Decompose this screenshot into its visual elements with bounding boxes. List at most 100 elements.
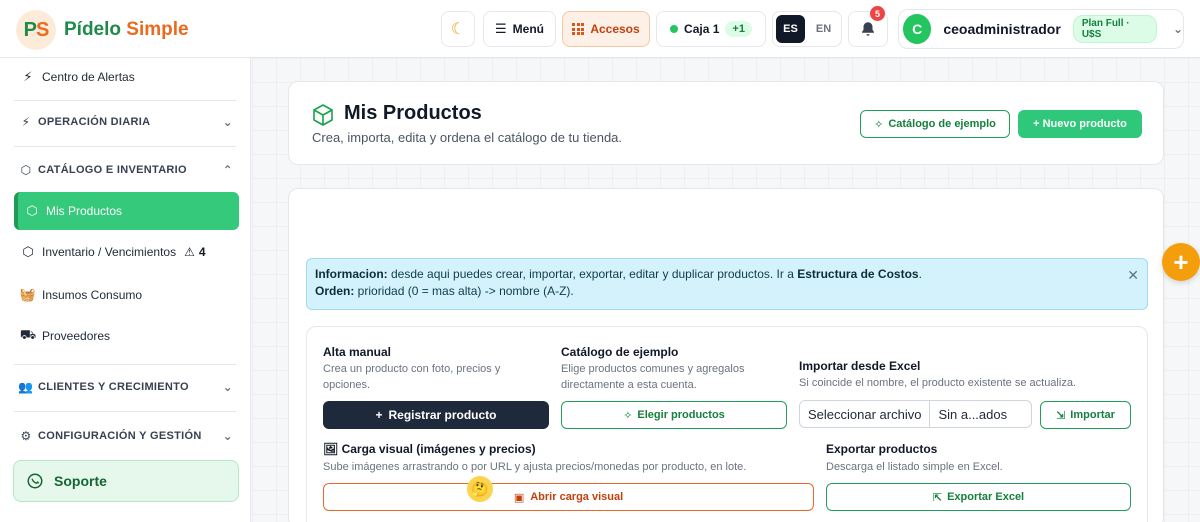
sidebar-section-label: CLIENTES Y CRECIMIENTO	[38, 381, 189, 393]
button-label: Abrir carga visual	[530, 491, 624, 503]
chevron-down-icon: ⌄	[222, 115, 233, 129]
carga-visual-title: 🖼 Carga visual (imágenes y precios)	[323, 442, 536, 456]
thinking-face-icon: 🤔	[467, 476, 493, 502]
sidebar-item-inventario[interactable]: ⬡ Inventario / Vencimientos ⚠ 4	[14, 233, 239, 271]
magic-wand-icon: ✧	[874, 118, 884, 131]
actions-card: Alta manual Crea un producto con foto, p…	[306, 326, 1148, 522]
chevron-down-icon: ⌄	[222, 429, 233, 443]
chevron-down-icon: ⌄	[1172, 22, 1183, 36]
sliders-icon: ⚙	[20, 429, 32, 443]
lightning-icon: ⚡	[23, 69, 33, 84]
status-dot-icon	[670, 25, 679, 33]
notifications-button[interactable]: 5	[848, 6, 888, 47]
info-line-2: Orden: prioridad (0 = mas alta) -> nombr…	[315, 283, 1139, 300]
caja-label: Caja 1	[684, 22, 720, 36]
hamburger-icon: ☰	[495, 21, 507, 36]
estructura-costos-link[interactable]: Estructura de Costos	[797, 267, 918, 281]
elegir-productos-button[interactable]: ✧ Elegir productos	[561, 401, 787, 429]
menu-button[interactable]: ☰ Menú	[483, 11, 556, 47]
grid-icon	[572, 23, 585, 35]
button-label: Catálogo de ejemplo	[888, 118, 996, 130]
info-text: .	[918, 267, 922, 281]
warning-icon: ⚠	[184, 245, 195, 259]
sidebar-section-catalogo[interactable]: ⬡ CATÁLOGO E INVENTARIO ⌃	[14, 158, 239, 182]
importar-title: Importar desde Excel	[799, 359, 921, 373]
theme-toggle-button[interactable]: ☾	[441, 11, 475, 47]
floating-add-button[interactable]: +	[1162, 243, 1200, 281]
images-icon: ▣	[513, 491, 525, 504]
sidebar-section-operacion[interactable]: ⚡ OPERACIÓN DIARIA ⌄	[14, 110, 239, 134]
moon-icon: ☾	[450, 21, 466, 38]
brand-logo[interactable]: PS Pídelo Simple	[16, 10, 189, 50]
box-icon: ⬡	[22, 244, 34, 259]
accesos-button[interactable]: Accesos	[562, 11, 650, 47]
user-menu-button[interactable]: C ceoadministrador Plan Full · U$S ⌄	[898, 9, 1184, 49]
caja-button[interactable]: Caja 1 +1	[656, 11, 766, 47]
sidebar-item-mis-productos[interactable]: ⬡ Mis Productos	[14, 192, 239, 230]
abrir-carga-visual-button[interactable]: ▣ Abrir carga visual	[323, 483, 814, 511]
close-icon[interactable]: ✕	[1127, 267, 1139, 284]
page-subtitle: Crea, importa, edita y ordena el catálog…	[312, 130, 623, 145]
registrar-producto-button[interactable]: + Registrar producto	[323, 401, 549, 429]
box-icon: ⬡	[26, 203, 38, 218]
lang-en-button[interactable]: EN	[809, 15, 838, 43]
file-name: Sin a...ados	[938, 406, 1008, 422]
sidebar-item-insumos[interactable]: 🧺 Insumos Consumo	[14, 276, 239, 314]
info-text: desde aqui puedes crear, importar, expor…	[387, 267, 798, 281]
sidebar-item-alertas[interactable]: ⚡ Centro de Alertas	[14, 58, 239, 96]
button-label: Registrar producto	[388, 408, 497, 422]
support-label: Soporte	[54, 473, 107, 489]
sidebar-section-clientes[interactable]: 👥 CLIENTES Y CRECIMIENTO ⌄	[14, 375, 239, 399]
info-alert: Informacion: desde aqui puedes crear, im…	[306, 258, 1148, 310]
lang-es-button[interactable]: ES	[776, 15, 805, 43]
warning-count: 4	[198, 245, 206, 259]
sidebar: ⚡ Centro de Alertas ⚡ OPERACIÓN DIARIA ⌄…	[0, 58, 251, 522]
catalogo-ejemplo-button[interactable]: ✧ Catálogo de ejemplo	[860, 110, 1010, 138]
exportar-excel-button[interactable]: ⇱ Exportar Excel	[826, 483, 1131, 511]
sidebar-item-proveedores[interactable]: ⛟ Proveedores	[14, 317, 239, 355]
whatsapp-icon	[27, 473, 43, 489]
sidebar-section-label: CONFIGURACIÓN Y GESTIÓN	[38, 430, 202, 442]
sidebar-divider	[14, 411, 236, 412]
caja-badge: +1	[725, 21, 752, 37]
sidebar-item-label: Insumos Consumo	[42, 288, 143, 302]
importar-button[interactable]: ⇲ Importar	[1040, 401, 1131, 429]
info-label: Informacion:	[315, 267, 388, 281]
importar-desc: Si coincide el nombre, el producto exist…	[799, 377, 1076, 389]
alta-manual-desc: Crea un producto con foto, precios y opc…	[323, 363, 501, 391]
sidebar-item-label: Mis Productos	[46, 204, 123, 218]
file-input[interactable]: Seleccionar archivo Sin a...ados	[799, 400, 1032, 428]
notification-count-badge: 5	[870, 6, 885, 21]
sidebar-section-config[interactable]: ⚙ CONFIGURACIÓN Y GESTIÓN ⌄	[14, 424, 239, 448]
plus-icon: +	[375, 408, 383, 422]
truck-icon: ⛟	[19, 327, 37, 342]
sidebar-divider	[14, 364, 236, 365]
bell-icon	[862, 22, 874, 36]
sidebar-section-label: CATÁLOGO E INVENTARIO	[38, 164, 187, 176]
catalogo-desc: Elige productos comunes y agregalos dire…	[561, 363, 745, 391]
lightning-icon: ⚡	[21, 115, 31, 129]
logo-letter-p: P	[23, 18, 37, 41]
catalogo-title: Catálogo de ejemplo	[561, 345, 679, 359]
info-label: Orden:	[315, 284, 355, 298]
button-label: Elegir productos	[637, 409, 725, 421]
alta-manual-title: Alta manual	[323, 345, 392, 359]
button-label: Importar	[1070, 409, 1115, 421]
brand-name-part1: Pídelo	[64, 19, 122, 40]
avatar: C	[903, 14, 932, 44]
chevron-down-icon: ⌄	[222, 380, 233, 394]
carga-visual-desc: Sube imágenes arrastrando o por URL y aj…	[323, 461, 747, 473]
sidebar-section-label: OPERACIÓN DIARIA	[38, 116, 151, 128]
info-line-1: Informacion: desde aqui puedes crear, im…	[315, 266, 1139, 283]
nuevo-producto-button[interactable]: + Nuevo producto	[1018, 110, 1142, 138]
top-header: PS Pídelo Simple ☾ ☰ Menú Accesos Caja 1…	[0, 0, 1200, 58]
menu-label: Menú	[512, 22, 544, 36]
support-button[interactable]: Soporte	[13, 460, 239, 502]
select-file-button[interactable]: Seleccionar archivo	[800, 401, 931, 427]
sidebar-divider	[14, 146, 236, 147]
magic-wand-icon: ✧	[623, 409, 633, 422]
products-content-card: Informacion: desde aqui puedes crear, im…	[288, 188, 1164, 522]
logo-letter-s: S	[36, 18, 49, 41]
picture-icon: 🖼	[323, 442, 339, 456]
export-file-icon: ⇱	[932, 491, 943, 504]
